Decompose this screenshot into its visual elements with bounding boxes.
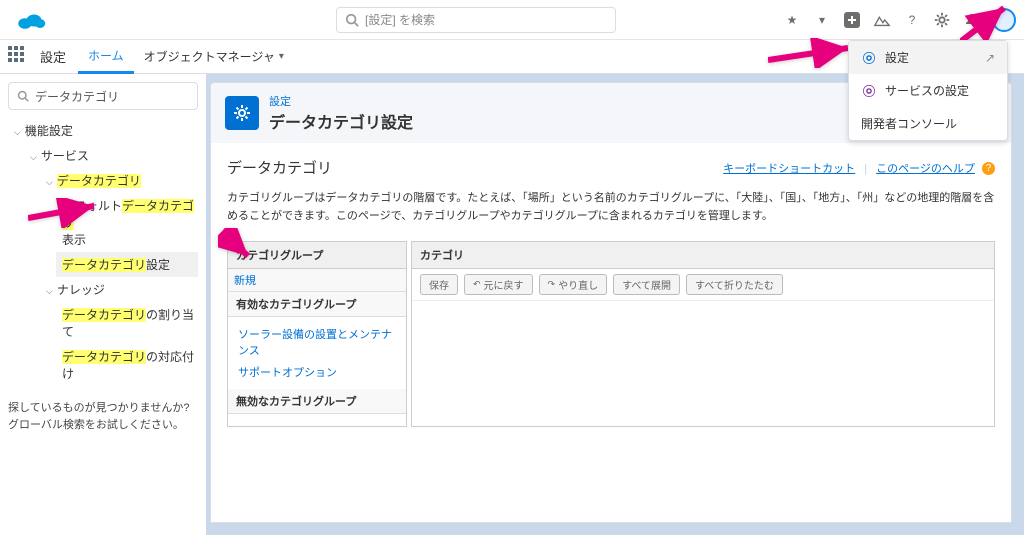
tree-knowledge[interactable]: ⌵ナレッジ xyxy=(40,277,198,302)
notifications-bell-icon[interactable] xyxy=(962,10,982,30)
page-eyebrow: 設定 xyxy=(269,93,413,109)
inactive-groups-header: 無効なカテゴリグループ xyxy=(228,389,406,414)
tree-dc-mapping[interactable]: データカテゴリの対応付け xyxy=(56,344,198,386)
redo-icon: ↷ xyxy=(548,279,556,290)
active-groups-header: 有効なカテゴリグループ xyxy=(228,292,406,317)
main-area: 設定 データカテゴリ設定 データカテゴリ キーボードショートカット | このペー… xyxy=(206,74,1024,535)
tree-dc-assignment[interactable]: データカテゴリの割り当て xyxy=(56,302,198,344)
collapse-all-button[interactable]: すべて折りたたむ xyxy=(686,274,783,295)
gear-menu-service-setup[interactable]: サービスの設定 xyxy=(849,74,1007,107)
tree-default-dc-view[interactable]: デフォルトデータカテゴリ表示 xyxy=(56,193,198,252)
page-header-gear-icon xyxy=(225,96,259,130)
gear-menu-setup[interactable]: 設定 ↗ xyxy=(849,41,1007,74)
groups-panel-header: カテゴリグループ xyxy=(228,242,406,269)
new-group-button[interactable]: 新規 xyxy=(228,269,406,292)
user-avatar[interactable] xyxy=(992,8,1016,32)
tree-data-category[interactable]: ⌵データカテゴリ xyxy=(40,168,198,193)
setup-gear-icon[interactable] xyxy=(932,10,952,30)
gear-menu-dev-console[interactable]: 開発者コンソール xyxy=(849,107,1007,140)
redo-button[interactable]: ↷やり直し xyxy=(539,274,608,295)
global-search-input[interactable]: [設定] を検索 xyxy=(336,7,616,33)
setup-gear-menu: 設定 ↗ サービスの設定 開発者コンソール xyxy=(848,40,1008,141)
search-icon xyxy=(17,90,29,102)
gear-icon xyxy=(861,50,877,66)
search-icon xyxy=(345,13,359,27)
tab-object-manager[interactable]: オブジェクトマネージャ ▾ xyxy=(134,40,294,74)
categories-toolbar: 保存 ↶元に戻す ↷やり直し すべて展開 すべて折りたたむ xyxy=(412,269,994,301)
section-title: データカテゴリ xyxy=(227,157,332,178)
gear-icon xyxy=(861,83,877,99)
tree-feature-settings[interactable]: ⌵機能設定 xyxy=(8,118,198,143)
sidebar-search-value: データカテゴリ xyxy=(35,88,119,105)
search-placeholder: [設定] を検索 xyxy=(365,11,435,28)
salesforce-logo xyxy=(16,10,46,30)
category-groups-panel: カテゴリグループ 新規 有効なカテゴリグループ ソーラー設備の設置とメンテナンス… xyxy=(227,241,407,427)
setup-sidebar: データカテゴリ ⌵機能設定 ⌵サービス ⌵データカテゴリ デフォルトデータカテゴ… xyxy=(0,74,206,535)
categories-panel-header: カテゴリ xyxy=(412,242,994,269)
global-add-icon[interactable] xyxy=(842,10,862,30)
page-description: カテゴリグループはデータカテゴリの階層です。たとえば、「場所」という名前のカテゴ… xyxy=(227,190,995,225)
context-title: 設定 xyxy=(40,47,66,66)
undo-icon: ↶ xyxy=(473,279,481,290)
app-launcher-icon[interactable] xyxy=(8,46,30,68)
page-help-link[interactable]: このページのヘルプ xyxy=(876,163,975,175)
external-link-icon: ↗ xyxy=(985,51,995,65)
expand-all-button[interactable]: すべて展開 xyxy=(613,274,680,295)
page-title: データカテゴリ設定 xyxy=(269,109,413,133)
trailhead-icon[interactable] xyxy=(872,10,892,30)
sidebar-hint: 探しているものが見つかりませんか? グローバル検索をお試しください。 xyxy=(8,400,198,433)
content-card: データカテゴリ キーボードショートカット | このページのヘルプ ? カテゴリグ… xyxy=(210,143,1012,523)
category-group-item[interactable]: ソーラー設備の設置とメンテナンス xyxy=(238,323,396,361)
help-icon[interactable]: ? xyxy=(902,10,922,30)
category-group-item[interactable]: サポートオプション xyxy=(238,361,396,383)
categories-panel: カテゴリ 保存 ↶元に戻す ↷やり直し すべて展開 すべて折りたたむ xyxy=(411,241,995,427)
favorites-star-icon[interactable]: ★ xyxy=(782,10,802,30)
undo-button[interactable]: ↶元に戻す xyxy=(464,274,533,295)
chevron-down-icon: ▾ xyxy=(279,51,284,62)
keyboard-shortcuts-link[interactable]: キーボードショートカット xyxy=(723,163,855,175)
save-button[interactable]: 保存 xyxy=(420,274,458,295)
sidebar-search-input[interactable]: データカテゴリ xyxy=(8,82,198,110)
favorites-dropdown-icon[interactable]: ▾ xyxy=(812,10,832,30)
tree-dc-settings[interactable]: データカテゴリ設定 xyxy=(56,252,198,277)
global-header: [設定] を検索 ★ ▾ ? xyxy=(0,0,1024,40)
help-badge-icon[interactable]: ? xyxy=(982,162,995,175)
tab-home[interactable]: ホーム xyxy=(78,40,134,74)
tree-service[interactable]: ⌵サービス xyxy=(24,143,198,168)
